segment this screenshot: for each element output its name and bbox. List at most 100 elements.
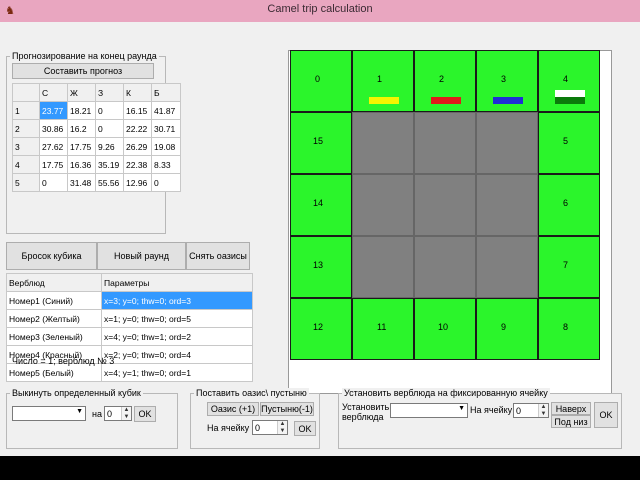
forecast-cell[interactable]: 0 (95, 101, 124, 120)
forecast-cell[interactable]: 8.33 (151, 155, 181, 174)
spinner-arrows-icon[interactable]: ▲ ▼ (121, 407, 131, 420)
forecast-cell[interactable]: 16.2 (67, 119, 96, 138)
forecast-cell[interactable]: 30.86 (39, 119, 68, 138)
camel-name[interactable]: Номер1 (Синий) (6, 291, 102, 310)
forecast-header: Б (151, 83, 181, 102)
board-cell-1[interactable]: 1 (352, 50, 414, 112)
yellow-camel (369, 97, 399, 104)
row-number: 1 (12, 101, 40, 120)
table-row[interactable]: Номер3 (Зеленый) x=4; y=0; thw=1; ord=2 (6, 327, 253, 346)
cell-label: 4 (563, 74, 569, 84)
forecast-table: С Ж З К Б 1 23.77 18.21 0 16.15 41.87 2 … (12, 83, 181, 192)
forecast-cell[interactable]: 30.71 (151, 119, 181, 138)
camel-params[interactable]: x=4; y=1; thw=0; ord=1 (101, 363, 253, 382)
set-camel-cell-spinner[interactable]: 0 ▲ ▼ (513, 403, 549, 418)
new-round-button[interactable]: Новый раунд (97, 242, 186, 270)
row-number: 4 (12, 155, 40, 174)
cell-label: 7 (563, 260, 569, 270)
row-number: 2 (12, 119, 40, 138)
board-cell-3[interactable]: 3 (476, 50, 538, 112)
forecast-cell[interactable]: 16.36 (67, 155, 96, 174)
make-forecast-button[interactable]: Составить прогноз (12, 63, 154, 79)
board-cell-8[interactable]: 8 (538, 298, 600, 360)
forecast-cell[interactable]: 0 (39, 173, 68, 192)
camel-name[interactable]: Номер2 (Желтый) (6, 309, 102, 328)
forecast-cell[interactable]: 31.48 (67, 173, 96, 192)
board-cell-5[interactable]: 5 (538, 112, 600, 174)
oasis-cell-label: На ячейку (207, 423, 250, 433)
board-cell-6[interactable]: 6 (538, 174, 600, 236)
forecast-cell[interactable]: 16.15 (123, 101, 152, 120)
board-cell-0[interactable]: 0 (290, 50, 352, 112)
forecast-cell[interactable]: 41.87 (151, 101, 181, 120)
board-cell-2[interactable]: 2 (414, 50, 476, 112)
board-cell-10[interactable]: 10 (414, 298, 476, 360)
table-row[interactable]: Номер5 (Белый) x=4; y=1; thw=0; ord=1 (6, 363, 253, 382)
dice-ok-button[interactable]: OK (134, 406, 156, 422)
forecast-cell[interactable]: 9.26 (95, 137, 124, 156)
camel-name[interactable]: Номер3 (Зеленый) (6, 327, 102, 346)
board-cell-4[interactable]: 4 (538, 50, 600, 112)
forecast-cell[interactable]: 26.29 (123, 137, 152, 156)
roll-dice-button[interactable]: Бросок кубика (6, 242, 97, 270)
cell-label: 12 (313, 322, 324, 332)
spinner-arrows-icon[interactable]: ▲ ▼ (538, 404, 548, 417)
board-cell-12[interactable]: 12 (290, 298, 352, 360)
chevron-down-icon: ▼ (458, 405, 465, 412)
table-row[interactable]: 3 27.62 17.75 9.26 26.29 19.08 (12, 137, 181, 156)
table-row[interactable]: 2 30.86 16.2 0 22.22 30.71 (12, 119, 181, 138)
board-cell-7[interactable]: 7 (538, 236, 600, 298)
oasis-group-label: Поставить оазис\ пустыню (194, 388, 309, 398)
cell-label: 10 (438, 322, 449, 332)
forecast-cell[interactable]: 23.77 (39, 101, 68, 120)
forecast-cell[interactable]: 12.96 (123, 173, 152, 192)
place-on-top-button[interactable]: Наверх (551, 402, 591, 415)
camel-select[interactable]: ▼ (390, 403, 468, 418)
window-title: Camel trip calculation (267, 3, 373, 15)
oasis-cell-spinner[interactable]: 0 ▲ ▼ (252, 420, 288, 435)
status-text: Число = 1; верблюд № 3 (12, 356, 115, 366)
forecast-cell[interactable]: 18.21 (67, 101, 96, 120)
set-camel-ok-button[interactable]: OK (594, 402, 618, 428)
oasis-ok-button[interactable]: OK (294, 421, 316, 436)
set-camel-label-1: Установить (342, 402, 390, 412)
board-cell-14[interactable]: 14 (290, 174, 352, 236)
title-bar[interactable]: ♞ Camel trip calculation (0, 0, 640, 22)
board-cell-13[interactable]: 13 (290, 236, 352, 298)
camel-params[interactable]: x=4; y=0; thw=1; ord=2 (101, 327, 253, 346)
forecast-cell[interactable]: 35.19 (95, 155, 124, 174)
board-center (352, 236, 414, 298)
dice-value-spinner[interactable]: 0 ▲ ▼ (104, 406, 132, 421)
table-row[interactable]: Номер2 (Желтый) x=1; y=0; thw=0; ord=5 (6, 309, 253, 328)
oasis-button[interactable]: Оазис (+1) (207, 402, 259, 416)
forecast-cell[interactable]: 0 (95, 119, 124, 138)
table-row[interactable]: 5 0 31.48 55.56 12.96 0 (12, 173, 181, 192)
forecast-header: С (39, 83, 68, 102)
table-row[interactable]: Номер1 (Синий) x=3; y=0; thw=0; ord=3 (6, 291, 253, 310)
forecast-cell[interactable]: 22.38 (123, 155, 152, 174)
board-cell-15[interactable]: 15 (290, 112, 352, 174)
camel-name[interactable]: Номер5 (Белый) (6, 363, 102, 382)
spinner-arrows-icon[interactable]: ▲ ▼ (277, 421, 287, 434)
forecast-cell[interactable]: 27.62 (39, 137, 68, 156)
forecast-cell[interactable]: 17.75 (39, 155, 68, 174)
forecast-cell[interactable]: 17.75 (67, 137, 96, 156)
camel-params[interactable]: x=1; y=0; thw=0; ord=5 (101, 309, 253, 328)
cell-label: 0 (315, 74, 321, 84)
cell-label: 9 (501, 322, 507, 332)
forecast-cell[interactable]: 55.56 (95, 173, 124, 192)
table-row[interactable]: 1 23.77 18.21 0 16.15 41.87 (12, 101, 181, 120)
table-row[interactable]: 4 17.75 16.36 35.19 22.38 8.33 (12, 155, 181, 174)
dice-select[interactable]: ▼ (12, 406, 86, 421)
red-camel (431, 97, 461, 104)
place-at-bottom-button[interactable]: Под низ (551, 415, 591, 428)
remove-oases-button[interactable]: Снять оазисы (186, 242, 250, 270)
board-cell-11[interactable]: 11 (352, 298, 414, 360)
camel-params[interactable]: x=3; y=0; thw=0; ord=3 (101, 291, 253, 310)
desert-button[interactable]: Пустыню(-1) (260, 402, 314, 416)
forecast-cell[interactable]: 19.08 (151, 137, 181, 156)
board-cell-9[interactable]: 9 (476, 298, 538, 360)
forecast-cell[interactable]: 0 (151, 173, 181, 192)
camel-params[interactable]: x=2; y=0; thw=0; ord=4 (101, 345, 253, 364)
forecast-cell[interactable]: 22.22 (123, 119, 152, 138)
